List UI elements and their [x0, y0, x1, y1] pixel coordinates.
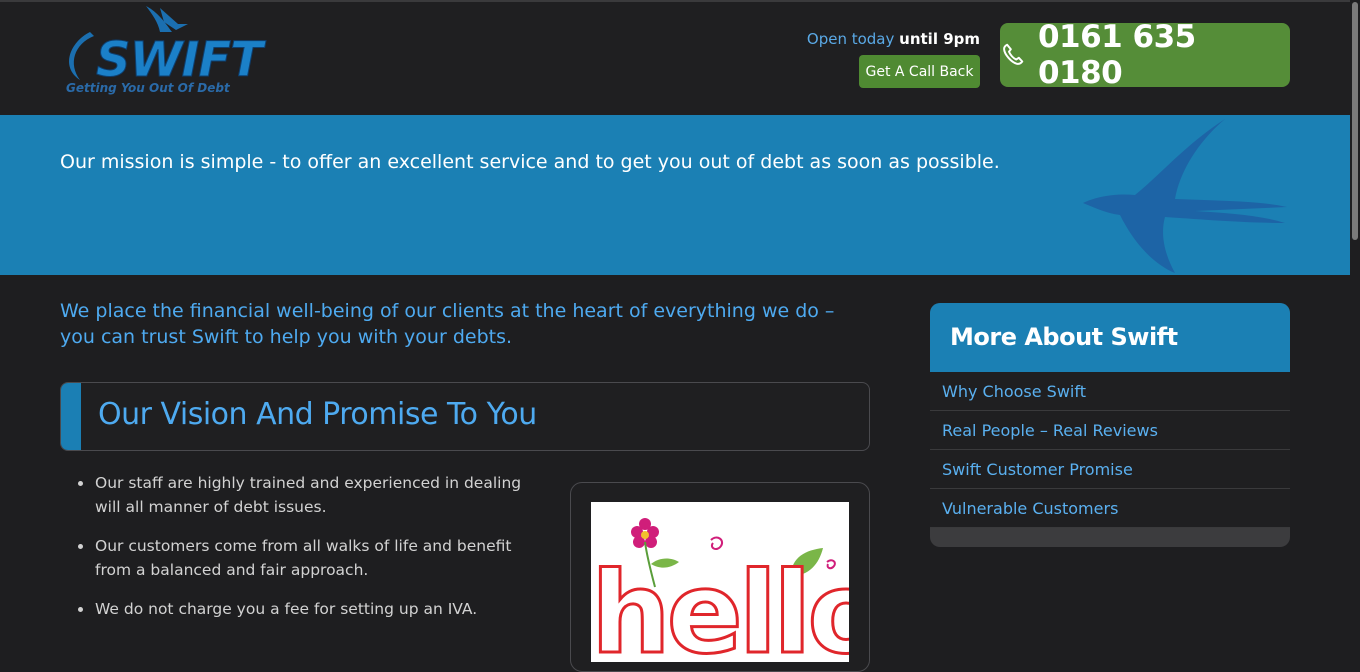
sidebar-link-promise[interactable]: Swift Customer Promise [930, 450, 1290, 489]
sidebar-link-reviews[interactable]: Real People – Real Reviews [930, 411, 1290, 450]
open-prefix: Open today [806, 30, 895, 48]
intro-text: We place the financial well-being of our… [60, 300, 835, 348]
sidebar-title: More About Swift [950, 323, 1178, 351]
vision-title: Our Vision And Promise To You [98, 397, 537, 432]
sidebar: More About Swift Why Choose Swift Real P… [930, 303, 1290, 547]
phone-number: 0161 635 0180 [1037, 19, 1196, 91]
logo-brand: SWIFT [96, 32, 266, 88]
heading-accent-bar [61, 383, 81, 450]
vision-heading-box: Our Vision And Promise To You [60, 382, 870, 451]
sidebar-link-why-choose[interactable]: Why Choose Swift [930, 372, 1290, 411]
swallow-illustration [1083, 119, 1287, 273]
mission-banner: Our mission is simple - to offer an exce… [0, 115, 1350, 275]
phone-icon [1003, 43, 1024, 65]
opening-hours: Open today until 9pm [780, 30, 980, 48]
swift-logo[interactable]: SWIFT Getting You Out Of Debt [60, 2, 270, 110]
logo-tagline: Getting You Out Of Debt [66, 81, 231, 95]
list-item: Our staff are highly trained and experie… [78, 471, 545, 519]
mission-text: Our mission is simple - to offer an exce… [60, 151, 1000, 173]
sidebar-link-vulnerable[interactable]: Vulnerable Customers [930, 489, 1290, 528]
scrollbar[interactable] [1350, 0, 1360, 654]
phone-button[interactable]: 0161 635 0180 [1000, 19, 1290, 91]
list-item: We do not charge you a fee for setting u… [78, 597, 545, 621]
promise-list: Our staff are highly trained and experie… [78, 471, 545, 636]
sidebar-header: More About Swift [930, 303, 1290, 372]
hello-text: hello [591, 549, 849, 662]
scrollbar-thumb[interactable] [1352, 2, 1358, 240]
list-item: Our customers come from all walks of lif… [78, 534, 545, 582]
hello-image: hello [591, 502, 849, 662]
sidebar-links: Why Choose Swift Real People – Real Revi… [930, 372, 1290, 528]
site-header: SWIFT Getting You Out Of Debt Open today… [0, 2, 1350, 115]
open-suffix: until 9pm [899, 30, 980, 48]
call-back-button[interactable]: Get A Call Back [859, 55, 980, 88]
